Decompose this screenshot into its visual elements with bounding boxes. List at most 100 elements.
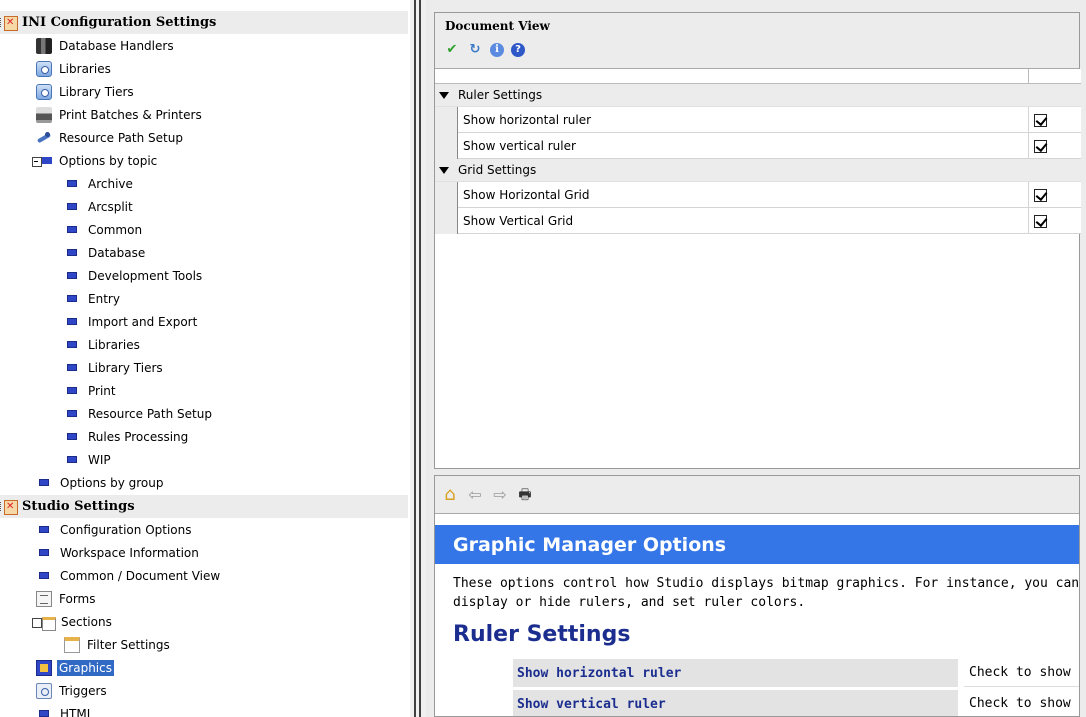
home-icon[interactable]: ⌂	[440, 484, 460, 505]
tree-topic-label: Database	[88, 245, 146, 260]
tree-topic-archive[interactable]: Archive	[64, 172, 135, 195]
tree-item-libraries[interactable]: Libraries	[36, 57, 113, 80]
forward-arrow-icon[interactable]: ⇨	[490, 485, 510, 505]
tree-topic-database[interactable]: Database	[64, 241, 147, 264]
tree-section-studio[interactable]: ✕ Studio Settings	[0, 495, 408, 518]
tree-item-common-document-view[interactable]: Common / Document View	[36, 564, 222, 587]
tree-topic-label: Entry	[88, 291, 120, 306]
document-view-panel: Document View ✔ ↻ i ? Ruler Settings Sho…	[434, 12, 1081, 469]
help-description: These options control how Studio display…	[453, 574, 1079, 612]
tools-icon	[36, 130, 52, 146]
topic-icon	[67, 341, 77, 348]
topic-icon	[67, 272, 77, 279]
tree-item-label: Options by group	[60, 475, 164, 490]
tree-item-database-handlers[interactable]: Database Handlers	[36, 34, 176, 57]
help-option-name[interactable]: Show horizontal ruler	[513, 659, 961, 687]
show-horizontal-grid-checkbox[interactable]	[1034, 188, 1047, 202]
tree-item-options-by-group[interactable]: Options by group	[36, 471, 166, 494]
right-pane: Document View ✔ ↻ i ? Ruler Settings Sho…	[426, 0, 1086, 717]
show-vertical-grid-checkbox[interactable]	[1034, 214, 1047, 228]
group-ruler-settings[interactable]: Ruler Settings	[435, 84, 1081, 107]
help-title-banner: Graphic Manager Options	[435, 525, 1079, 564]
tree-item-options-by-topic[interactable]: Options by topic	[32, 149, 159, 172]
tree-topic-common[interactable]: Common	[64, 218, 144, 241]
refresh-icon[interactable]: ↻	[467, 42, 483, 58]
collapse-triangle-icon[interactable]	[439, 166, 449, 174]
database-icon	[36, 37, 52, 54]
tree-item-html[interactable]: HTML	[36, 702, 95, 717]
help-option-name[interactable]: Show vertical ruler	[513, 690, 961, 716]
tree-topic-label: Import and Export	[88, 314, 198, 329]
property-name: Show vertical ruler	[457, 133, 1029, 159]
sections-folder-icon[interactable]	[32, 614, 56, 631]
apply-check-icon[interactable]: ✔	[444, 42, 460, 58]
tree-item-label: Database Handlers	[59, 38, 174, 53]
show-horizontal-ruler-checkbox[interactable]	[1034, 113, 1047, 127]
print-icon[interactable]: 🖶	[515, 485, 535, 505]
tree-section-label: Studio Settings	[22, 499, 135, 514]
tree-item-label: Common / Document View	[60, 568, 221, 583]
document-view-toolbar: ✔ ↻ i ?	[444, 42, 525, 58]
tree-item-print-batches[interactable]: Print Batches & Printers	[36, 103, 204, 126]
group-label: Grid Settings	[458, 163, 537, 177]
topic-icon	[67, 295, 77, 302]
back-arrow-icon[interactable]: ⇦	[465, 485, 485, 505]
tree-item-graphics[interactable]: Graphics	[36, 656, 114, 679]
topic-icon	[39, 710, 49, 717]
tree-item-workspace-information[interactable]: Workspace Information	[36, 541, 201, 564]
help-table-row: Show vertical ruler Check to show	[513, 690, 1079, 716]
tree-topic-entry[interactable]: Entry	[64, 287, 122, 310]
group-grid-settings[interactable]: Grid Settings	[435, 159, 1081, 182]
tree-topic-arcsplit[interactable]: Arcsplit	[64, 195, 135, 218]
tree-item-label: Options by topic	[59, 153, 158, 168]
folder-collapse-icon[interactable]	[32, 153, 52, 169]
tree-item-label: Forms	[59, 591, 96, 606]
topic-icon	[67, 410, 77, 417]
tree-item-forms[interactable]: Forms	[36, 587, 97, 610]
topic-icon	[67, 249, 77, 256]
tree-section-label: INI Configuration Settings	[22, 15, 217, 30]
topic-icon	[39, 572, 49, 579]
tree-item-library-tiers[interactable]: Library Tiers	[36, 80, 136, 103]
tree-topic-label: Libraries	[88, 337, 140, 352]
tree-item-resource-path-setup[interactable]: Resource Path Setup	[36, 126, 185, 149]
tree-topic-libraries[interactable]: Libraries	[64, 333, 142, 356]
tree-item-label: Libraries	[59, 61, 111, 76]
tree-topic-resource-path-setup[interactable]: Resource Path Setup	[64, 402, 214, 425]
tree-topic-label: Rules Processing	[88, 429, 189, 444]
property-row: Show horizontal ruler	[435, 107, 1081, 133]
tree-item-sections[interactable]: Sections	[32, 610, 114, 633]
topic-icon	[67, 387, 77, 394]
tree-item-triggers[interactable]: Triggers	[36, 679, 109, 702]
tree-topic-rules-processing[interactable]: Rules Processing	[64, 425, 190, 448]
tree-topic-label: Archive	[88, 176, 133, 191]
tree-topic-development-tools[interactable]: Development Tools	[64, 264, 204, 287]
tree-item-label: Workspace Information	[60, 545, 199, 560]
property-name: Show horizontal ruler	[457, 107, 1029, 133]
property-row: Show vertical ruler	[435, 133, 1081, 159]
tree-topic-import-export[interactable]: Import and Export	[64, 310, 199, 333]
tree-section-ini[interactable]: ✕ INI Configuration Settings	[0, 11, 408, 34]
section-expand-icon[interactable]: ✕	[0, 499, 18, 515]
tree-item-label: Library Tiers	[59, 84, 134, 99]
topic-icon	[67, 456, 77, 463]
pane-splitter[interactable]	[410, 0, 426, 717]
tree-item-filter-settings[interactable]: Filter Settings	[64, 633, 172, 656]
tree-topic-print[interactable]: Print	[64, 379, 118, 402]
info-icon[interactable]: i	[490, 43, 504, 57]
help-icon[interactable]: ?	[511, 43, 525, 57]
tree-topic-wip[interactable]: WIP	[64, 448, 113, 471]
tree-item-configuration-options[interactable]: Configuration Options	[36, 518, 194, 541]
help-section-heading: Ruler Settings	[453, 622, 631, 647]
topic-icon	[67, 180, 77, 187]
property-name: Show Vertical Grid	[457, 208, 1029, 234]
collapse-triangle-icon[interactable]	[439, 91, 449, 99]
topic-icon	[67, 364, 77, 371]
library-icon	[36, 83, 52, 100]
section-expand-icon[interactable]: ✕	[0, 15, 18, 31]
topic-icon	[67, 226, 77, 233]
show-vertical-ruler-checkbox[interactable]	[1034, 139, 1047, 153]
tree-topic-label: Arcsplit	[88, 199, 133, 214]
tree-topic-library-tiers[interactable]: Library Tiers	[64, 356, 165, 379]
property-grid-header	[435, 69, 1081, 84]
